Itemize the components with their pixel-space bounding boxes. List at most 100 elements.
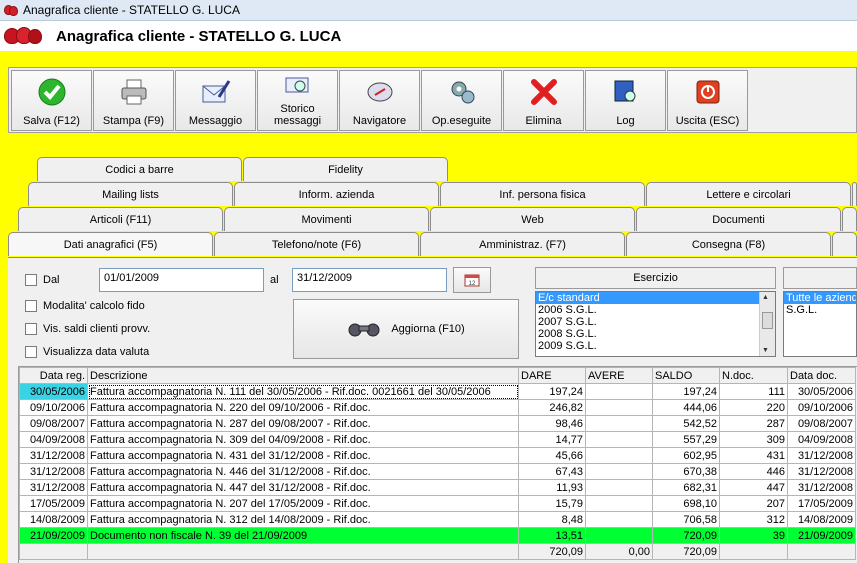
estratto-conto-grid[interactable]: Data reg. Descrizione DARE AVERE SALDO N…: [18, 366, 857, 563]
table-cell[interactable]: 98,46: [518, 415, 586, 432]
table-cell[interactable]: 8,48: [518, 511, 586, 528]
table-cell[interactable]: [585, 447, 653, 464]
table-cell[interactable]: 14/08/2009: [787, 511, 856, 528]
table-cell[interactable]: 30/05/2006: [19, 383, 88, 400]
table-cell[interactable]: 31/12/2008: [787, 463, 856, 480]
table-cell[interactable]: 447: [719, 479, 788, 496]
scroll-thumb[interactable]: [762, 312, 773, 329]
list-item[interactable]: 2008 S.G.L.: [536, 328, 775, 340]
table-row[interactable]: 21/09/2009 Documento non fiscale N. 39 de…: [19, 527, 856, 544]
table-cell[interactable]: 197,24: [652, 383, 720, 400]
table-cell[interactable]: Fattura accompagnatoria N. 111 del 30/05…: [87, 383, 519, 400]
table-cell[interactable]: 31/12/2008: [19, 463, 88, 480]
table-cell[interactable]: 706,58: [652, 511, 720, 528]
table-cell[interactable]: 31/12/2008: [19, 479, 88, 496]
dal-checkbox[interactable]: Dal: [25, 274, 60, 286]
table-row[interactable]: 04/09/2008 Fattura accompagnatoria N. 309…: [19, 431, 856, 448]
table-cell[interactable]: 09/10/2006: [787, 399, 856, 416]
table-cell[interactable]: 542,52: [652, 415, 720, 432]
table-cell[interactable]: Documento non fiscale N. 39 del 21/09/20…: [87, 527, 519, 544]
tab-consegna[interactable]: Consegna (F8): [626, 232, 831, 256]
table-cell[interactable]: [585, 495, 653, 512]
table-row[interactable]: 09/10/2006 Fattura accompagnatoria N. 220…: [19, 399, 856, 416]
table-row[interactable]: 09/08/2007 Fattura accompagnatoria N. 287…: [19, 415, 856, 432]
table-cell[interactable]: 446: [719, 463, 788, 480]
table-cell[interactable]: Fattura accompagnatoria N. 446 del 31/12…: [87, 463, 519, 480]
print-button[interactable]: Stampa (F9): [93, 70, 174, 131]
table-cell[interactable]: 30/05/2006: [787, 383, 856, 400]
scroll-up-icon[interactable]: ▲: [762, 294, 769, 301]
table-cell[interactable]: 17/05/2009: [787, 495, 856, 512]
table-cell[interactable]: [585, 383, 653, 400]
list-item[interactable]: 2006 S.G.L.: [536, 304, 775, 316]
message-history-button[interactable]: Storico messaggi: [257, 70, 338, 131]
table-cell[interactable]: 14/08/2009: [19, 511, 88, 528]
table-cell[interactable]: 197,24: [518, 383, 586, 400]
vis-saldi-checkbox[interactable]: Vis. saldi clienti provv.: [25, 323, 150, 335]
table-cell[interactable]: Fattura accompagnatoria N. 287 del 09/08…: [87, 415, 519, 432]
tab-amministraz[interactable]: Amministraz. (F7): [420, 232, 625, 256]
aziende-list[interactable]: Tutte le aziende S.G.L.: [783, 291, 857, 357]
table-cell[interactable]: 39: [719, 527, 788, 544]
navigator-button[interactable]: Navigatore: [339, 70, 420, 131]
table-row[interactable]: 31/12/2008 Fattura accompagnatoria N. 446…: [19, 463, 856, 480]
aggiorna-button[interactable]: Aggiorna (F10): [293, 299, 519, 359]
table-cell[interactable]: 04/09/2008: [787, 431, 856, 448]
table-cell[interactable]: 21/09/2009: [787, 527, 856, 544]
checkbox-box[interactable]: [25, 300, 37, 312]
tab-web[interactable]: Web: [430, 207, 635, 231]
tab-codici-a-barre[interactable]: Codici a barre: [37, 157, 242, 181]
table-cell[interactable]: [585, 415, 653, 432]
save-button[interactable]: Salva (F12): [11, 70, 92, 131]
table-cell[interactable]: 557,29: [652, 431, 720, 448]
scrollbar[interactable]: ▲ ▼: [759, 292, 775, 356]
tab-telefono-note[interactable]: Telefono/note (F6): [214, 232, 419, 256]
visualizza-data-valuta-checkbox[interactable]: Visualizza data valuta: [25, 346, 149, 358]
table-cell[interactable]: 13,51: [518, 527, 586, 544]
table-cell[interactable]: [585, 431, 653, 448]
tab-inf-persona-fisica[interactable]: Inf. persona fisica: [440, 182, 645, 206]
checkbox-box[interactable]: [25, 346, 37, 358]
table-cell[interactable]: 09/08/2007: [19, 415, 88, 432]
tab-documenti[interactable]: Documenti: [636, 207, 841, 231]
table-cell[interactable]: 45,66: [518, 447, 586, 464]
table-cell[interactable]: 246,82: [518, 399, 586, 416]
message-button[interactable]: Messaggio: [175, 70, 256, 131]
operations-button[interactable]: Op.eseguite: [421, 70, 502, 131]
table-row[interactable]: 31/12/2008 Fattura accompagnatoria N. 431…: [19, 447, 856, 464]
table-cell[interactable]: [585, 511, 653, 528]
list-item[interactable]: 2009 S.G.L.: [536, 340, 775, 352]
column-header[interactable]: DARE: [518, 367, 586, 384]
table-cell[interactable]: 312: [719, 511, 788, 528]
list-item[interactable]: 2007 S.G.L.: [536, 316, 775, 328]
table-cell[interactable]: 04/09/2008: [19, 431, 88, 448]
table-cell[interactable]: 09/08/2007: [787, 415, 856, 432]
column-header[interactable]: AVERE: [585, 367, 653, 384]
table-cell[interactable]: Fattura accompagnatoria N. 447 del 31/12…: [87, 479, 519, 496]
table-cell[interactable]: 67,43: [518, 463, 586, 480]
exit-button[interactable]: Uscita (ESC): [667, 70, 748, 131]
modalita-calcolo-fido-checkbox[interactable]: Modalita' calcolo fido: [25, 300, 145, 312]
table-cell[interactable]: 31/12/2008: [19, 447, 88, 464]
tab-dati-anagrafici[interactable]: Dati anagrafici (F5): [8, 232, 213, 256]
table-cell[interactable]: 602,95: [652, 447, 720, 464]
list-item[interactable]: S.G.L.: [784, 304, 856, 316]
checkbox-box[interactable]: [25, 274, 37, 286]
table-cell[interactable]: [585, 399, 653, 416]
table-cell[interactable]: 207: [719, 495, 788, 512]
table-row[interactable]: 30/05/2006 Fattura accompagnatoria N. 111…: [19, 383, 856, 400]
tab-lettere-circolari[interactable]: Lettere e circolari: [646, 182, 851, 206]
column-header[interactable]: N.doc.: [719, 367, 788, 384]
table-cell[interactable]: [585, 463, 653, 480]
tab-overflow[interactable]: [842, 207, 857, 231]
table-cell[interactable]: 670,38: [652, 463, 720, 480]
table-cell[interactable]: [585, 527, 653, 544]
table-cell[interactable]: Fattura accompagnatoria N. 312 del 14/08…: [87, 511, 519, 528]
table-cell[interactable]: Fattura accompagnatoria N. 220 del 09/10…: [87, 399, 519, 416]
table-cell[interactable]: 220: [719, 399, 788, 416]
tab-mailing-lists[interactable]: Mailing lists: [28, 182, 233, 206]
table-row[interactable]: 31/12/2008 Fattura accompagnatoria N. 447…: [19, 479, 856, 496]
table-cell[interactable]: 444,06: [652, 399, 720, 416]
table-cell[interactable]: 09/10/2006: [19, 399, 88, 416]
al-date-input[interactable]: 31/12/2009: [292, 268, 447, 292]
